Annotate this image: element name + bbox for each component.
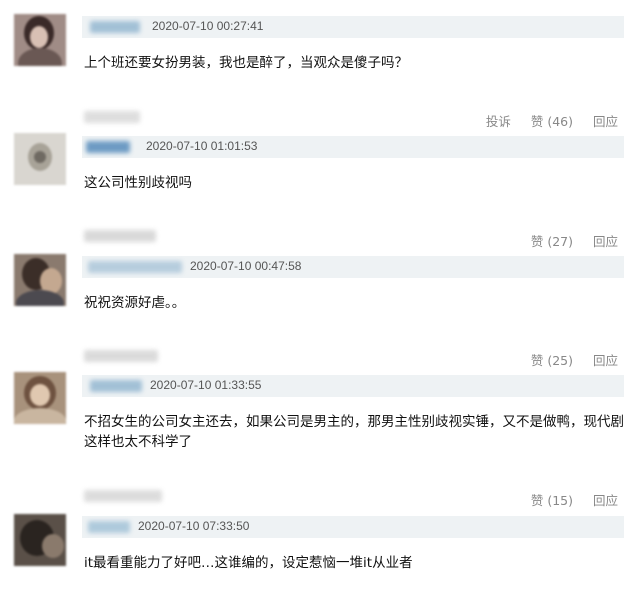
comment-time: 2020-07-10 00:47:58: [190, 259, 302, 273]
comment-text: 这公司性别歧视吗: [84, 175, 192, 191]
report-button[interactable]: 投诉: [486, 114, 511, 129]
comment-meta-bar: 2020-07-10 01:01:53: [82, 136, 624, 158]
username[interactable]: [84, 490, 162, 502]
comment-time: 2020-07-10 01:33:55: [150, 378, 262, 392]
like-button[interactable]: 赞 (25): [531, 353, 573, 368]
username[interactable]: [86, 141, 130, 153]
reply-button[interactable]: 回应: [593, 493, 618, 508]
like-button[interactable]: 赞 (15): [531, 493, 573, 508]
username[interactable]: [84, 350, 158, 362]
username[interactable]: [90, 21, 140, 33]
avatar[interactable]: [14, 514, 66, 566]
comment-actions: 赞 (15) 回应: [531, 490, 618, 509]
comment-time: 2020-07-10 01:01:53: [146, 139, 258, 153]
comment-time: 2020-07-10 00:27:41: [152, 19, 264, 33]
comment-text: 祝祝资源好虐。。: [84, 295, 186, 311]
comment-actions: 赞 (25) 回应: [531, 350, 618, 369]
username[interactable]: [84, 111, 140, 123]
comment-meta-bar: 2020-07-10 07:33:50: [82, 516, 624, 538]
like-button[interactable]: 赞 (46): [531, 114, 573, 129]
comment-text: 上个班还要女扮男装，我也是醉了，当观众是傻子吗？: [84, 55, 408, 71]
reply-button[interactable]: 回应: [593, 353, 618, 368]
avatar[interactable]: [14, 372, 66, 424]
comment-meta-bar: 2020-07-10 00:47:58: [82, 256, 624, 278]
avatar[interactable]: [14, 254, 66, 306]
comment-meta-bar: 2020-07-10 00:27:41: [82, 16, 624, 38]
like-button[interactable]: 赞 (27): [531, 234, 573, 249]
username[interactable]: [88, 261, 182, 273]
username[interactable]: [88, 521, 130, 533]
comment-text: it最看重能力了好吧…这谁编的，设定惹恼一堆it从业者: [84, 555, 413, 571]
comment-actions: 赞 (27) 回应: [531, 231, 618, 250]
comment-actions: 投诉 赞 (46) 回应: [486, 111, 618, 130]
username[interactable]: [84, 230, 156, 242]
comment-meta-bar: 2020-07-10 01:33:55: [82, 375, 624, 397]
reply-button[interactable]: 回应: [593, 234, 618, 249]
avatar[interactable]: [14, 133, 66, 185]
comment-time: 2020-07-10 07:33:50: [138, 519, 250, 533]
username[interactable]: [90, 380, 142, 392]
reply-button[interactable]: 回应: [593, 114, 618, 129]
comment-text: 不招女生的公司女主还去，如果公司是男主的，那男主性别歧视实锤，又不是做鸭，现代剧…: [84, 414, 624, 450]
avatar[interactable]: [14, 14, 66, 66]
